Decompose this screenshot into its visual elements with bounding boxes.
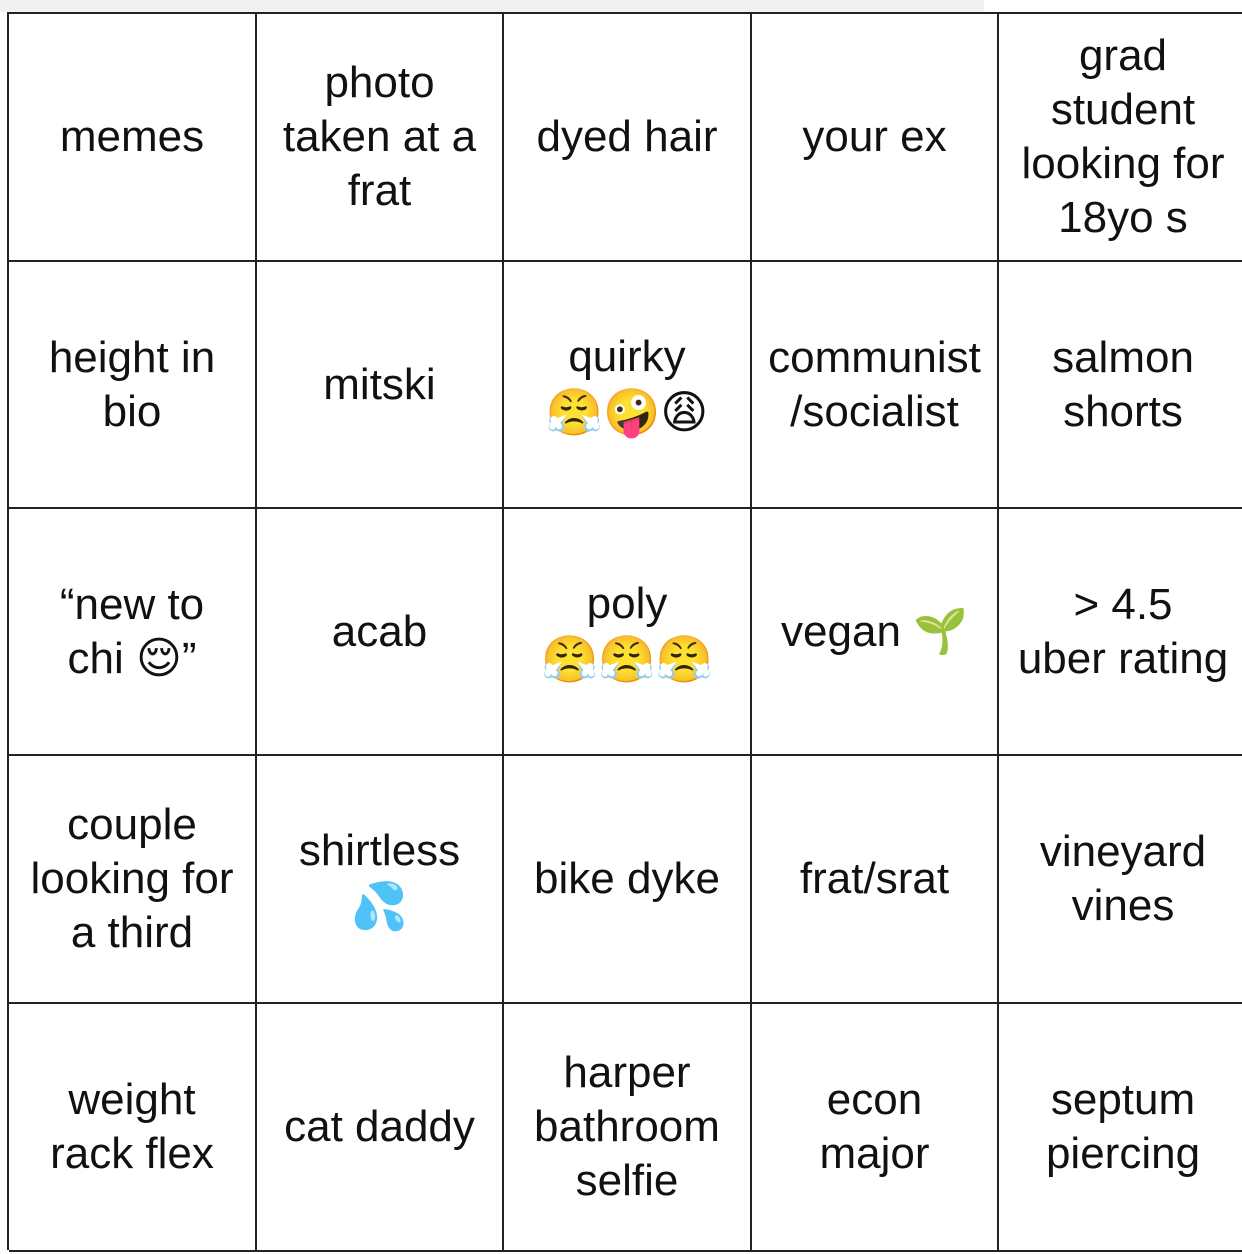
bingo-cell: vineyard vines [999,756,1242,1004]
cell-text: grad student looking for 18yo s [1021,31,1225,242]
bingo-cell: econ major [752,1004,999,1252]
bingo-cell: poly 😤😤😤 [504,509,752,756]
bingo-cell: bike dyke [504,756,752,1004]
bingo-cell: quirky 😤🤪😩 [504,262,752,509]
cell-text: acab [331,606,428,656]
cell-emoji: 😤😤😤 [541,632,713,685]
bingo-cell: couple looking for a third [9,756,257,1004]
bingo-cell: grad student looking for 18yo s [999,14,1242,262]
bingo-cell: photo taken at a frat [257,14,504,262]
cell-text: > 4.5 uber rating [1017,579,1229,683]
bingo-cell: communist /socialist [752,262,999,509]
bingo-cell: vegan 🌱 [752,509,999,756]
bingo-cell: salmon shorts [999,262,1242,509]
bingo-cell: mitski [257,262,504,509]
cell-text: couple looking for a third [30,800,234,957]
cell-emoji: 😤🤪😩 [545,385,709,438]
cell-text: cat daddy [284,1102,475,1151]
bingo-cell: dyed hair [504,14,752,262]
cell-text: your ex [802,112,947,161]
bingo-cell: > 4.5 uber rating [999,509,1242,756]
bingo-cell: height in bio [9,262,257,509]
cell-text: econ major [819,1075,930,1178]
bingo-cell: your ex [752,14,999,262]
cell-text: frat/srat [799,854,950,903]
cell-text: height in bio [48,332,216,436]
cell-text: vegan 🌱 [781,606,968,656]
bingo-board: memes photo taken at a frat dyed hair yo… [7,12,1242,1252]
bingo-cell: weight rack flex [9,1004,257,1252]
bingo-cell: cat daddy [257,1004,504,1252]
cell-text: salmon shorts [1052,332,1194,436]
cell-text: dyed hair [536,112,718,161]
cell-text: septum piercing [1045,1075,1201,1178]
bingo-cell: harper bathroom selfie [504,1004,752,1252]
bingo-cell: memes [9,14,257,262]
cell-text: poly [586,578,668,628]
bingo-cell: septum piercing [999,1004,1242,1252]
cell-text: weight rack flex [50,1075,214,1178]
cell-text: communist /socialist [768,332,981,436]
cell-text: mitski [323,359,436,409]
cell-emoji: 💦 [350,880,409,932]
cell-text: quirky [568,331,686,381]
cell-text: photo taken at a frat [282,58,477,215]
cell-text: shirtless [298,826,461,875]
bingo-cell: frat/srat [752,756,999,1004]
cell-text: “new to chi 😌” [59,579,205,683]
bingo-cell: acab [257,509,504,756]
bingo-cell: shirtless 💦 [257,756,504,1004]
bingo-cell: “new to chi 😌” [9,509,257,756]
cell-text: bike dyke [534,854,720,903]
cell-text: harper bathroom selfie [534,1048,720,1205]
cell-text: vineyard vines [1039,827,1207,930]
top-strip [0,0,984,12]
cell-text: memes [59,112,205,161]
